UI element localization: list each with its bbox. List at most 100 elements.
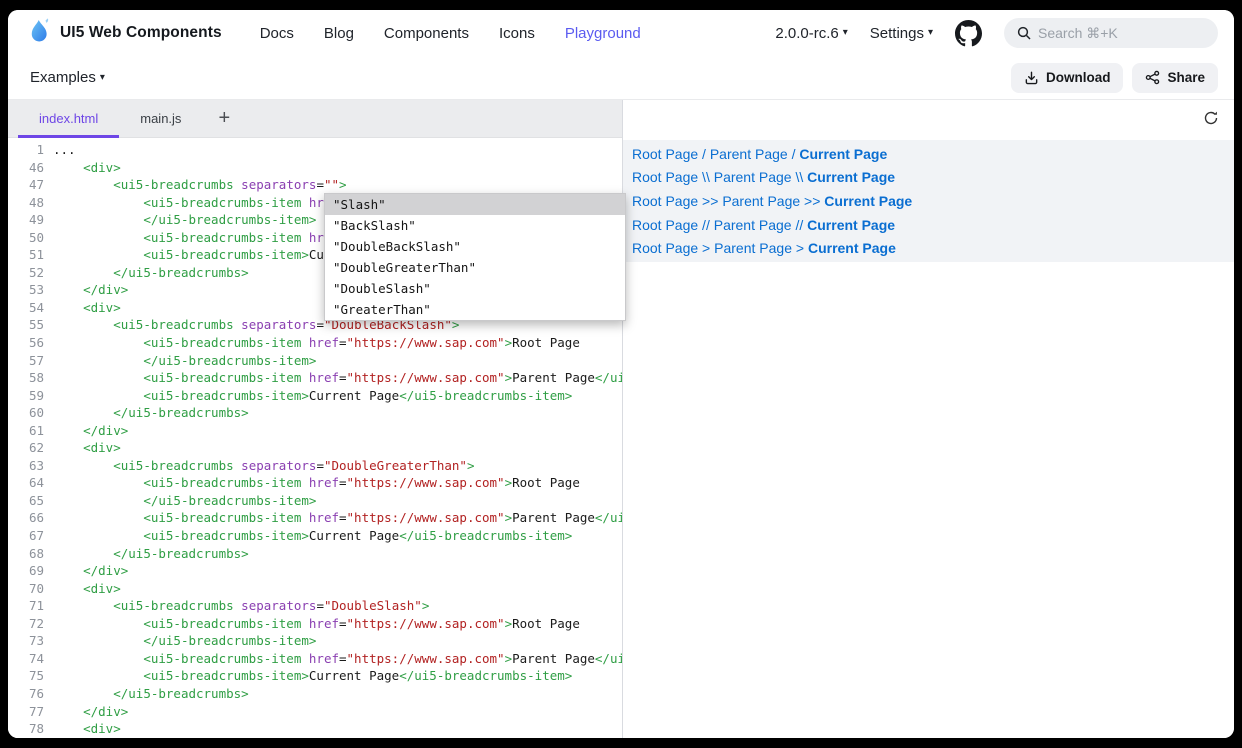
- nav-item-playground[interactable]: Playground: [565, 25, 641, 42]
- brand[interactable]: UI5 Web Components: [30, 17, 222, 49]
- breadcrumb-link[interactable]: Root Page: [632, 169, 698, 185]
- breadcrumb-separator: \\: [698, 169, 714, 185]
- breadcrumb-link[interactable]: Root Page: [632, 193, 698, 209]
- code-text: <ui5-breadcrumbs-item href="https://www.…: [53, 369, 622, 387]
- chevron-down-icon: ▾: [928, 28, 933, 38]
- line-number: 75: [8, 667, 53, 685]
- breadcrumb-current: Current Page: [807, 217, 895, 233]
- autocomplete-option[interactable]: "DoubleSlash": [325, 278, 625, 299]
- code-line: 66 <ui5-breadcrumbs-item href="https://w…: [8, 509, 622, 527]
- autocomplete-dropdown: "Slash""BackSlash""DoubleBackSlash""Doub…: [324, 193, 626, 321]
- code-line: 74 <ui5-breadcrumbs-item href="https://w…: [8, 650, 622, 668]
- code-line: 68 </ui5-breadcrumbs>: [8, 545, 622, 563]
- code-text: </div>: [53, 703, 128, 721]
- settings-label: Settings: [870, 25, 924, 42]
- github-link[interactable]: [955, 20, 982, 47]
- line-number: 67: [8, 527, 53, 545]
- line-number: 53: [8, 281, 53, 299]
- code-line: 73 </ui5-breadcrumbs-item>: [8, 632, 622, 650]
- nav-item-components[interactable]: Components: [384, 25, 469, 42]
- breadcrumb-link[interactable]: Root Page: [632, 217, 698, 233]
- app-window: UI5 Web Components Docs Blog Components Ico…: [8, 10, 1234, 738]
- code-line: 71 <ui5-breadcrumbs separators="DoubleSl…: [8, 597, 622, 615]
- search-input[interactable]: [1004, 18, 1218, 48]
- breadcrumb-row: Root Page / Parent Page / Current Page: [623, 142, 1234, 166]
- share-button[interactable]: Share: [1132, 63, 1218, 93]
- breadcrumb-separator: \\: [792, 169, 808, 185]
- breadcrumb-link[interactable]: Parent Page: [714, 217, 792, 233]
- code-text: </ui5-breadcrumbs>: [53, 685, 249, 703]
- line-number: 78: [8, 720, 53, 738]
- line-number: 52: [8, 264, 53, 282]
- breadcrumb-link[interactable]: Root Page: [632, 240, 698, 256]
- line-number: 70: [8, 580, 53, 598]
- refresh-button[interactable]: [1203, 110, 1219, 131]
- code-line: 69 </div>: [8, 562, 622, 580]
- nav-item-blog[interactable]: Blog: [324, 25, 354, 42]
- breadcrumb-current: Current Page: [799, 146, 887, 162]
- version-menu[interactable]: 2.0.0-rc.6 ▾: [775, 25, 847, 42]
- breadcrumb-separator: >>: [800, 193, 824, 209]
- breadcrumb-row: Root Page >> Parent Page >> Current Page: [623, 189, 1234, 213]
- code-line: 67 <ui5-breadcrumbs-item>Current Page</u…: [8, 527, 622, 545]
- breadcrumb-link[interactable]: Parent Page: [710, 146, 788, 162]
- code-line: 57 </ui5-breadcrumbs-item>: [8, 352, 622, 370]
- autocomplete-option[interactable]: "DoubleBackSlash": [325, 236, 625, 257]
- line-number: 50: [8, 229, 53, 247]
- new-tab-button[interactable]: +: [202, 100, 246, 137]
- share-label: Share: [1167, 70, 1205, 85]
- code-text: </div>: [53, 422, 128, 440]
- refresh-icon: [1203, 110, 1219, 126]
- search-box: [1004, 18, 1218, 48]
- breadcrumb-current: Current Page: [824, 193, 912, 209]
- code-line: 65 </ui5-breadcrumbs-item>: [8, 492, 622, 510]
- code-line: 60 </ui5-breadcrumbs>: [8, 404, 622, 422]
- line-number: 66: [8, 509, 53, 527]
- line-number: 61: [8, 422, 53, 440]
- breadcrumb-link[interactable]: Parent Page: [714, 169, 792, 185]
- breadcrumb-separator: >>: [698, 193, 722, 209]
- tab-main-js[interactable]: main.js: [119, 100, 202, 137]
- version-label: 2.0.0-rc.6: [775, 25, 838, 42]
- download-icon: [1024, 70, 1039, 85]
- settings-menu[interactable]: Settings ▾: [870, 25, 933, 42]
- code-line: 56 <ui5-breadcrumbs-item href="https://w…: [8, 334, 622, 352]
- main-nav: Docs Blog Components Icons Playground: [260, 25, 641, 42]
- code-text: </ui5-breadcrumbs>: [53, 264, 249, 282]
- autocomplete-option[interactable]: "GreaterThan": [325, 299, 625, 320]
- line-number: 55: [8, 316, 53, 334]
- code-line: 75 <ui5-breadcrumbs-item>Current Page</u…: [8, 667, 622, 685]
- line-number: 49: [8, 211, 53, 229]
- breadcrumb-row: Root Page > Parent Page > Current Page: [623, 236, 1234, 260]
- nav-item-icons[interactable]: Icons: [499, 25, 535, 42]
- nav-item-docs[interactable]: Docs: [260, 25, 294, 42]
- breadcrumb-link[interactable]: Parent Page: [722, 193, 800, 209]
- download-button[interactable]: Download: [1011, 63, 1124, 93]
- breadcrumb-link[interactable]: Parent Page: [714, 240, 792, 256]
- breadcrumb-row: Root Page // Parent Page // Current Page: [623, 213, 1234, 237]
- code-text: <div>: [53, 720, 121, 738]
- code-text: </div>: [53, 281, 128, 299]
- code-text: <div>: [53, 159, 121, 177]
- tab-index-html[interactable]: index.html: [18, 100, 119, 137]
- line-number: 56: [8, 334, 53, 352]
- line-number: 59: [8, 387, 53, 405]
- code-line: 61 </div>: [8, 422, 622, 440]
- examples-menu[interactable]: Examples ▾: [30, 69, 105, 86]
- autocomplete-option[interactable]: "DoubleGreaterThan": [325, 257, 625, 278]
- breadcrumb-link[interactable]: Root Page: [632, 146, 698, 162]
- editor-tabbar: index.htmlmain.js+: [8, 100, 622, 138]
- code-line: 1...: [8, 141, 622, 159]
- header-right: 2.0.0-rc.6 ▾ Settings ▾: [775, 18, 1218, 48]
- code-line: 59 <ui5-breadcrumbs-item>Current Page</u…: [8, 387, 622, 405]
- code-line: 78 <div>: [8, 720, 622, 738]
- code-text: </ui5-breadcrumbs-item>: [53, 632, 316, 650]
- breadcrumb-separator: /: [788, 146, 800, 162]
- examples-label: Examples: [30, 69, 96, 86]
- ui5-flame-logo-icon: [30, 17, 51, 49]
- autocomplete-option[interactable]: "BackSlash": [325, 215, 625, 236]
- preview-pane: Root Page / Parent Page / Current PageRo…: [623, 100, 1234, 738]
- autocomplete-option[interactable]: "Slash": [325, 194, 625, 215]
- chevron-down-icon: ▾: [843, 28, 848, 38]
- breadcrumb-row: Root Page \\ Parent Page \\ Current Page: [623, 166, 1234, 190]
